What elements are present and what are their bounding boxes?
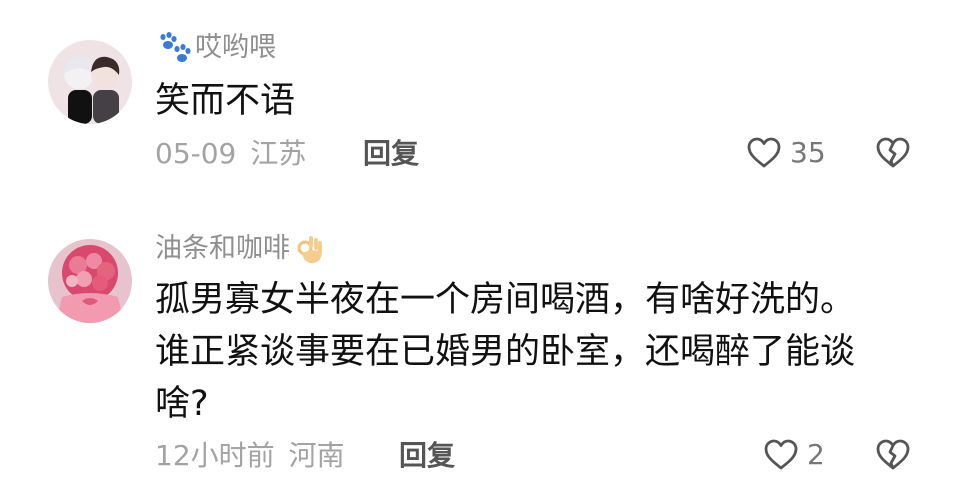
username[interactable]: 油条和咖啡 — [155, 232, 324, 266]
avatar[interactable] — [48, 239, 132, 323]
reply-button[interactable]: 回复 — [363, 136, 419, 172]
like-count: 2 — [807, 438, 825, 471]
broken-heart-icon[interactable] — [875, 437, 911, 473]
comment-region: 河南 — [288, 439, 345, 472]
comment-region: 江苏 — [250, 137, 307, 170]
comment-text: 孤男寡女半夜在一个房间喝酒，有啥好洗的。 谁正紧谈事要在已婚男的卧室，还喝醉了能… — [155, 280, 856, 424]
reply-button[interactable]: 回复 — [399, 438, 455, 474]
comment-meta: 05-09 江苏 — [155, 136, 306, 172]
comment-item: 油条和咖啡 孤男寡女半夜在一个房间喝酒，有啥好洗的。 谁正紧谈事要在已婚男的卧室… — [0, 200, 960, 504]
broken-heart-icon[interactable] — [875, 135, 911, 171]
username-text: 油条和咖啡 — [155, 233, 290, 264]
like-button[interactable]: 2 — [763, 437, 825, 473]
comment-item: 哎哟喂 笑而不语 05-09 江苏 回复 35 — [0, 0, 960, 200]
comment-text: 笑而不语 — [155, 81, 296, 121]
ok-hand-icon — [297, 236, 322, 264]
like-button[interactable]: 35 — [746, 135, 826, 171]
username[interactable]: 哎哟喂 — [155, 31, 276, 65]
comment-time: 12小时前 — [155, 439, 275, 472]
avatar[interactable] — [48, 40, 132, 124]
comment-meta: 12小时前 河南 — [155, 438, 345, 474]
comment-time: 05-09 — [155, 137, 237, 170]
heart-outline-icon — [747, 137, 781, 168]
like-count: 35 — [790, 136, 826, 169]
heart-outline-icon — [764, 439, 798, 470]
username-text: 哎哟喂 — [195, 32, 276, 63]
paw-prints-icon — [160, 32, 191, 62]
